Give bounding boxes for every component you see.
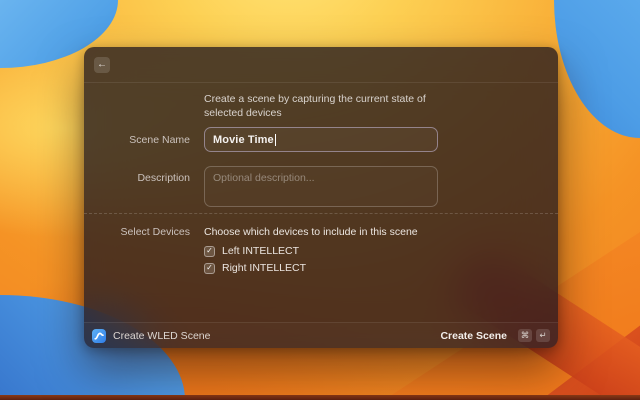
checkmark-icon: ✓ [206, 263, 213, 272]
description-input[interactable] [204, 166, 438, 207]
scene-name-label: Scene Name [129, 133, 190, 146]
wallpaper-bottom-strip [0, 395, 640, 400]
intro-row: Create a scene by capturing the current … [84, 92, 558, 120]
select-devices-label: Select Devices [120, 226, 190, 238]
checkbox-checked-icon: ✓ [204, 245, 215, 257]
checkbox-checked-icon: ✓ [204, 262, 215, 274]
back-arrow-icon: ← [97, 58, 107, 70]
window-header: ← [84, 47, 558, 83]
command-key-icon: ⌘ [518, 329, 532, 342]
scene-name-input[interactable]: Movie Time [204, 127, 438, 152]
create-wled-scene-window: ← Create a scene by capturing the curren… [84, 47, 558, 348]
select-devices-row: Select Devices Choose which devices to i… [84, 225, 558, 239]
window-footer: Create WLED Scene Create Scene ⌘ ↵ [84, 322, 558, 348]
footer-app-name: Create WLED Scene [113, 329, 211, 342]
dashed-separator [84, 213, 558, 214]
scene-name-value: Movie Time [213, 133, 274, 146]
device-checkbox-right-intellect[interactable]: ✓ Right INTELLECT [204, 262, 438, 274]
create-scene-button[interactable]: Create Scene [440, 330, 507, 342]
device-label: Left INTELLECT [222, 245, 300, 257]
description-label: Description [137, 172, 190, 184]
device-checkbox-left-intellect[interactable]: ✓ Left INTELLECT [204, 245, 438, 257]
intro-text: Create a scene by capturing the current … [204, 93, 426, 119]
text-cursor [274, 133, 276, 146]
return-key-icon: ↵ [536, 329, 550, 342]
description-row: Description [84, 166, 558, 212]
checkmark-icon: ✓ [206, 246, 213, 255]
select-devices-hint: Choose which devices to include in this … [204, 226, 418, 238]
wled-app-icon [92, 328, 106, 343]
device-row: ✓ Left INTELLECT [84, 245, 558, 257]
device-row: ✓ Right INTELLECT [84, 262, 558, 274]
device-label: Right INTELLECT [222, 262, 307, 274]
back-button[interactable]: ← [94, 56, 110, 73]
scene-name-row: Scene Name Movie Time [84, 127, 558, 152]
intro-label-spacer [84, 92, 190, 120]
